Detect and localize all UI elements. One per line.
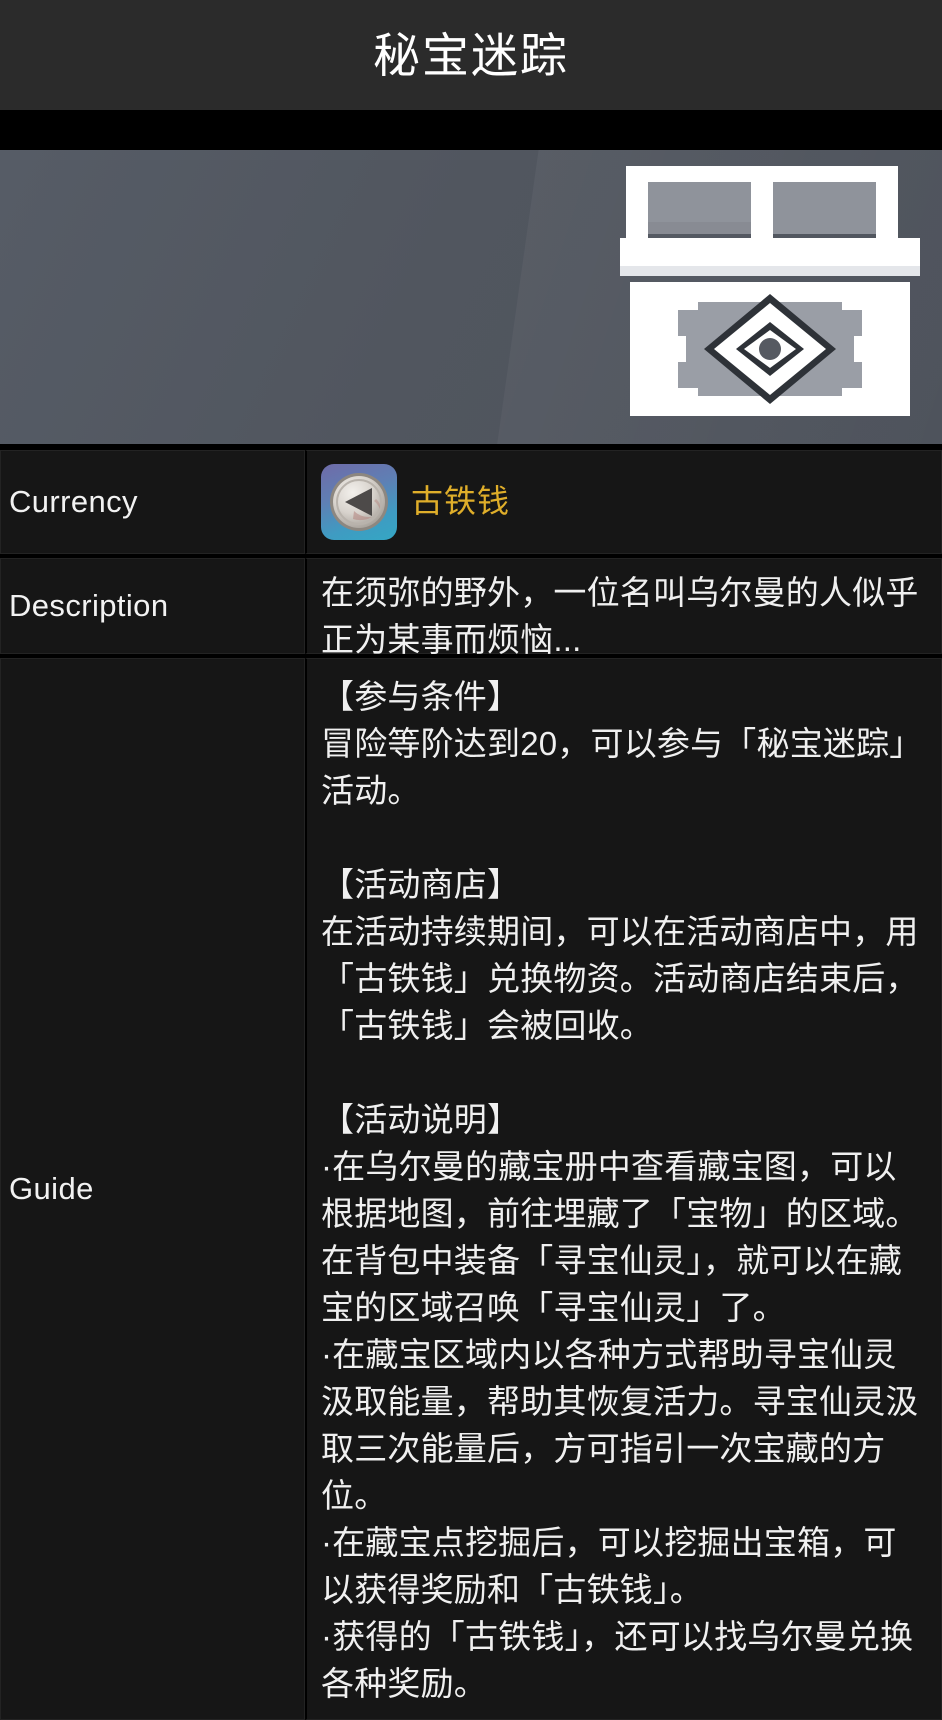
guide-value-cell: 【参与条件】 冒险等阶达到20，可以参与「秘宝迷踪」活动。 【活动商店】 在活动…	[305, 658, 942, 1720]
table-row-currency: Currency 古铁钱	[0, 450, 942, 554]
currency-value-cell: 古铁钱	[305, 450, 942, 554]
table-row-guide: Guide 【参与条件】 冒险等阶达到20，可以参与「秘宝迷踪」活动。 【活动商…	[0, 658, 942, 1720]
currency-label: Currency	[9, 483, 138, 519]
guide-label-cell: Guide	[0, 658, 305, 1720]
currency-label-cell: Currency	[0, 450, 305, 554]
currency-item-name: 古铁钱	[411, 483, 511, 520]
guide-text: 【参与条件】 冒险等阶达到20，可以参与「秘宝迷踪」活动。 【活动商店】 在活动…	[321, 678, 923, 1702]
description-label: Description	[9, 587, 169, 623]
currency-item[interactable]: 古铁钱	[321, 464, 510, 540]
description-label-cell: Description	[0, 558, 305, 654]
page-title: 秘宝迷踪	[373, 28, 569, 82]
guide-label: Guide	[9, 1170, 94, 1206]
header-divider	[0, 110, 942, 150]
treasure-chest-icon	[620, 166, 920, 416]
ancient-iron-coin-icon[interactable]	[321, 464, 397, 540]
event-info-table: Currency 古铁钱 Description 在须弥的野外，一位名叫乌尔曼的…	[0, 450, 942, 1720]
event-banner	[0, 150, 942, 444]
description-text: 在须弥的野外，一位名叫乌尔曼的人似乎正为某事而烦恼...	[321, 574, 919, 658]
table-row-description: Description 在须弥的野外，一位名叫乌尔曼的人似乎正为某事而烦恼...	[0, 558, 942, 658]
page-header: 秘宝迷踪	[0, 0, 942, 110]
description-value-cell: 在须弥的野外，一位名叫乌尔曼的人似乎正为某事而烦恼...	[305, 558, 942, 658]
